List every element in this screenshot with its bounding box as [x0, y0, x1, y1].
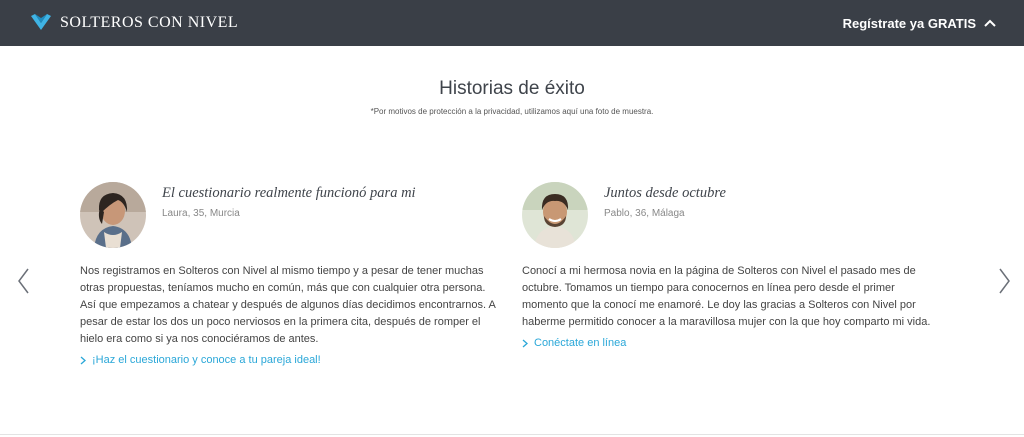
logo-text: SOLTEROS CON NIVEL [60, 14, 239, 31]
woman-portrait-icon [80, 182, 146, 248]
site-logo[interactable]: SOLTEROS CON NIVEL [30, 13, 238, 33]
section-title: Historias de éxito [439, 78, 585, 99]
avatar [522, 182, 588, 248]
chevron-right-small-icon [80, 356, 86, 364]
chevron-left-icon [18, 268, 29, 294]
success-stories-section: Historias de éxito *Por motivos de prote… [0, 46, 1024, 437]
carousel-prev-button[interactable] [14, 266, 34, 296]
story-author: Laura, 35, Murcia [162, 208, 240, 219]
take-questionnaire-label: ¡Haz el cuestionario y conoce a tu parej… [92, 354, 321, 366]
site-header: SOLTEROS CON NIVEL Regístrate ya GRATIS [0, 0, 1024, 46]
register-free-label: Regístrate ya GRATIS [842, 15, 976, 31]
story-author: Pablo, 36, Málaga [604, 208, 685, 219]
carousel-next-button[interactable] [994, 266, 1014, 296]
chevron-up-icon [984, 19, 996, 27]
story-text: Conocí a mi hermosa novia en la página d… [522, 265, 931, 328]
story-text: Nos registramos en Solteros con Nivel al… [80, 265, 496, 345]
chevron-right-icon [999, 268, 1010, 294]
chevron-right-small-icon [522, 339, 528, 347]
privacy-note: *Por motivos de protección a la privacid… [370, 107, 654, 116]
register-free-button[interactable]: Regístrate ya GRATIS [843, 16, 996, 31]
avatar [80, 182, 146, 248]
connect-online-link[interactable]: Conéctate en línea [522, 337, 626, 349]
take-questionnaire-link[interactable]: ¡Haz el cuestionario y conoce a tu parej… [80, 354, 321, 366]
story-title: Juntos desde octubre [604, 185, 726, 201]
man-portrait-icon [522, 182, 588, 248]
bottom-divider [0, 434, 1024, 435]
story-title: El cuestionario realmente funcionó para … [162, 185, 416, 201]
connect-online-label: Conéctate en línea [534, 337, 627, 349]
heart-check-logo-icon [31, 14, 51, 30]
